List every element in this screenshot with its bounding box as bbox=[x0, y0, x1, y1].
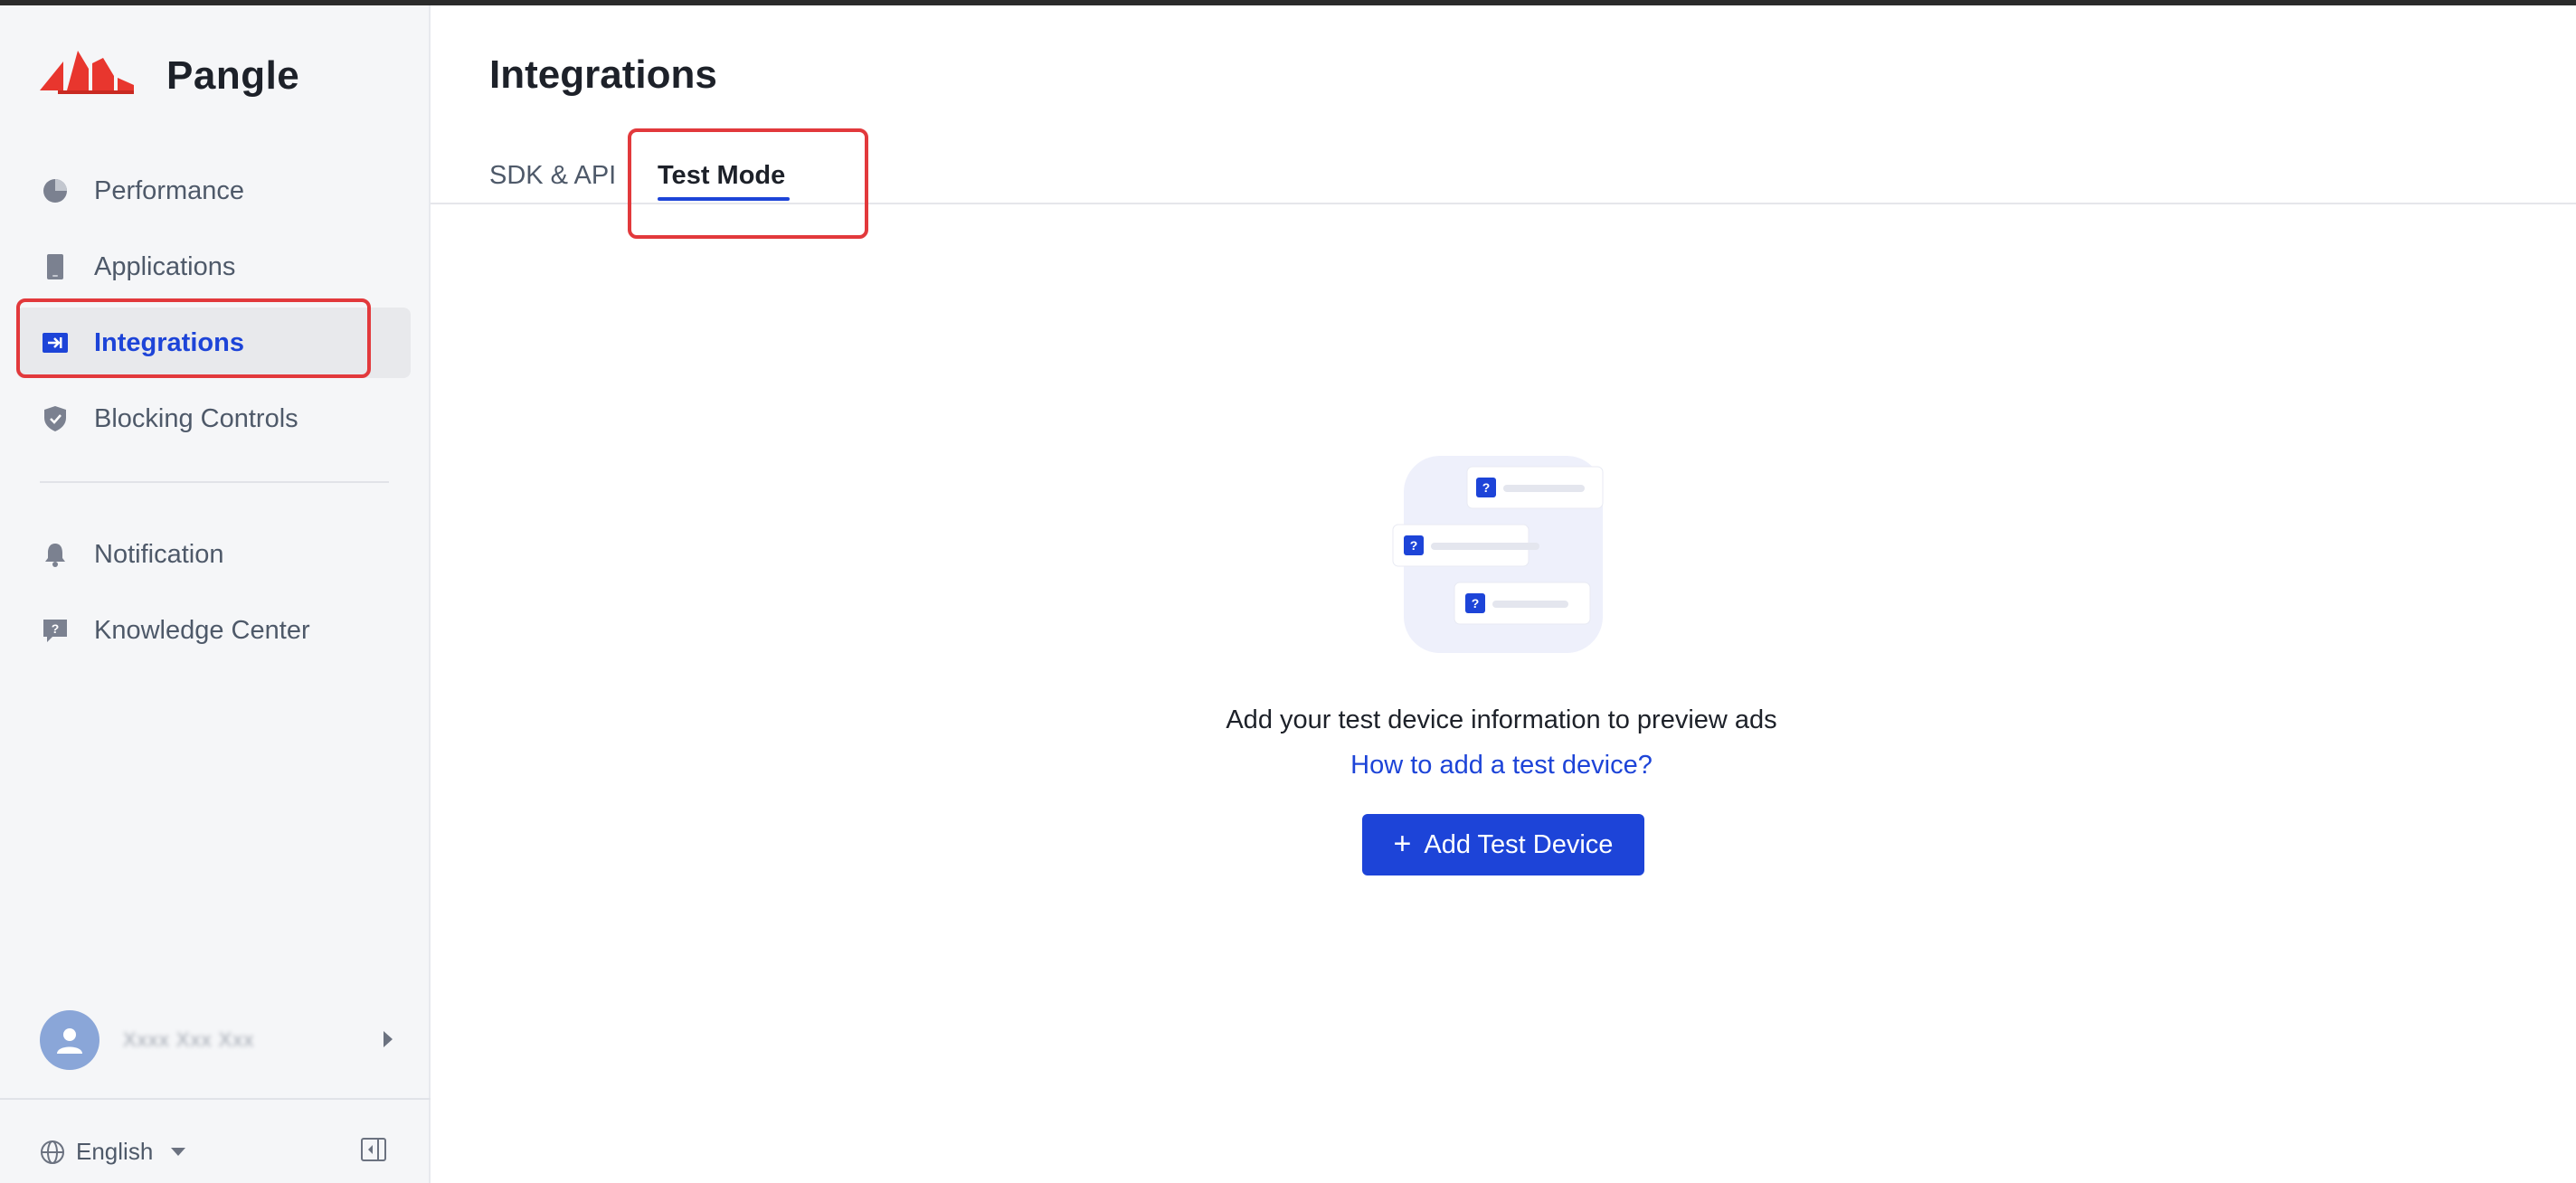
bell-icon bbox=[42, 541, 69, 568]
sidebar: Pangle Performance Applications Integrat… bbox=[0, 5, 431, 1183]
plus-icon: + bbox=[1393, 827, 1412, 861]
add-test-device-label: Add Test Device bbox=[1424, 829, 1614, 859]
sidebar-item-label: Blocking Controls bbox=[94, 403, 298, 433]
sidebar-item-label: Performance bbox=[94, 175, 245, 205]
user-icon bbox=[57, 1028, 82, 1054]
sidebar-item-label: Knowledge Center bbox=[94, 615, 310, 645]
sidebar-item-blocking-controls[interactable]: Blocking Controls bbox=[16, 383, 411, 454]
globe-icon bbox=[41, 1140, 64, 1164]
svg-text:?: ? bbox=[1482, 480, 1491, 495]
tab-sdk-api[interactable]: SDK & API bbox=[489, 161, 616, 191]
help-link-add-test-device[interactable]: How to add a test device? bbox=[1113, 751, 1890, 781]
shield-icon bbox=[42, 405, 69, 432]
sidebar-item-integrations[interactable]: Integrations bbox=[16, 308, 411, 378]
svg-text:?: ? bbox=[1472, 596, 1480, 610]
sidebar-item-label: Integrations bbox=[94, 327, 244, 357]
language-label: English bbox=[76, 1138, 154, 1165]
active-tab-indicator bbox=[658, 197, 790, 201]
chevron-right-icon[interactable] bbox=[384, 1031, 393, 1047]
user-name: Xxxx Xxx Xxx bbox=[123, 1028, 255, 1051]
help-bubble-icon: ? bbox=[42, 617, 69, 644]
collapse-sidebar-button[interactable] bbox=[360, 1136, 387, 1163]
sidebar-item-performance[interactable]: Performance bbox=[16, 156, 411, 226]
sidebar-item-applications[interactable]: Applications bbox=[16, 232, 411, 302]
pangle-logo-icon bbox=[40, 51, 134, 94]
svg-text:?: ? bbox=[52, 621, 60, 636]
phone-icon bbox=[42, 253, 69, 280]
test-device-illustration: ? ? ? bbox=[1392, 456, 1604, 653]
add-test-device-button[interactable]: + Add Test Device bbox=[1362, 814, 1644, 875]
sidebar-bottom-divider bbox=[0, 1098, 431, 1100]
caret-down-icon bbox=[171, 1148, 186, 1156]
page-title: Integrations bbox=[489, 52, 717, 97]
brand-name: Pangle bbox=[166, 53, 300, 98]
sidebar-item-notification[interactable]: Notification bbox=[16, 519, 411, 590]
sidebar-divider bbox=[40, 481, 389, 483]
integration-icon bbox=[42, 329, 69, 356]
tab-test-mode[interactable]: Test Mode bbox=[658, 161, 785, 191]
svg-text:?: ? bbox=[1410, 538, 1418, 553]
sidebar-item-label: Notification bbox=[94, 539, 224, 569]
language-selector[interactable]: English bbox=[40, 1138, 186, 1166]
user-profile[interactable]: Xxxx Xxx Xxx bbox=[40, 1009, 398, 1071]
empty-state-message: Add your test device information to prev… bbox=[1226, 705, 1777, 734]
pangle-logo[interactable]: Pangle bbox=[40, 51, 299, 101]
sidebar-item-knowledge-center[interactable]: ? Knowledge Center bbox=[16, 595, 411, 666]
pie-chart-icon bbox=[42, 177, 69, 204]
sidebar-item-label: Applications bbox=[94, 251, 236, 281]
avatar bbox=[40, 1010, 99, 1070]
collapse-sidebar-icon bbox=[361, 1138, 386, 1161]
